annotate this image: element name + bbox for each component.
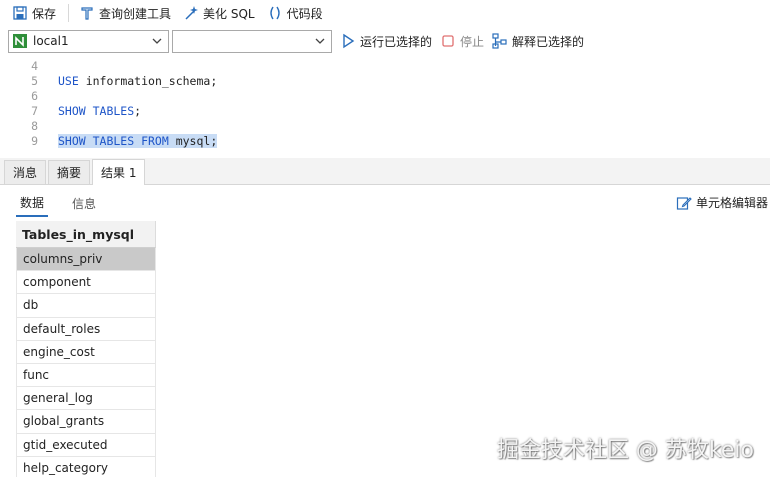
connection-toolbar: local1 运行已选择的 停止 解释已选择的 bbox=[0, 28, 770, 54]
run-selected-label: 运行已选择的 bbox=[360, 34, 433, 49]
table-row[interactable]: func bbox=[16, 363, 156, 388]
stop-button[interactable]: 停止 bbox=[440, 33, 484, 50]
connection-value: local1 bbox=[33, 34, 69, 48]
result-tab-bar: 消息 摘要 结果 1 bbox=[0, 158, 770, 185]
table-row[interactable]: help_category bbox=[16, 456, 156, 477]
save-icon bbox=[12, 5, 28, 21]
editor-line: 5 USE information_schema; bbox=[0, 73, 770, 88]
beautify-sql-label: 美化 SQL bbox=[203, 6, 255, 21]
tab-summary[interactable]: 摘要 bbox=[48, 160, 91, 184]
table-row[interactable]: engine_cost bbox=[16, 340, 156, 364]
line-number: 4 bbox=[31, 58, 38, 73]
watermark: 掘金技术社区 @ 苏牧keio bbox=[496, 438, 754, 463]
save-button[interactable]: 保存 bbox=[8, 2, 60, 24]
sql-rest: information_schema; bbox=[78, 73, 218, 88]
code-snippet-button[interactable]: 代码段 bbox=[263, 2, 327, 24]
result-grid: Tables_in_mysql columns_priv component d… bbox=[16, 221, 156, 477]
sql-keyword: SHOW TABLES bbox=[58, 103, 135, 118]
chevron-down-icon bbox=[151, 35, 163, 47]
explain-selected-label: 解释已选择的 bbox=[512, 34, 585, 49]
line-number: 9 bbox=[31, 133, 38, 148]
sql-rest: mysql; bbox=[168, 133, 218, 148]
tab-result-1[interactable]: 结果 1 bbox=[92, 159, 146, 185]
tab-info[interactable]: 信息 bbox=[68, 191, 100, 216]
code-snippet-label: 代码段 bbox=[286, 6, 323, 21]
connection-icon bbox=[12, 33, 28, 49]
editor-line: 7 SHOW TABLES; bbox=[0, 103, 770, 118]
connection-select[interactable]: local1 bbox=[8, 29, 169, 53]
beautify-sql-button[interactable]: 美化 SQL bbox=[179, 2, 259, 24]
editor-line: 8 bbox=[0, 118, 770, 133]
query-builder-button[interactable]: 查询创建工具 bbox=[75, 2, 175, 24]
stop-label: 停止 bbox=[460, 34, 485, 49]
table-row[interactable]: component bbox=[16, 271, 156, 295]
magic-wand-icon bbox=[183, 5, 199, 21]
result-sub-tabs: 数据 信息 bbox=[0, 186, 770, 221]
database-select[interactable] bbox=[172, 29, 332, 53]
chevron-down-icon bbox=[314, 35, 326, 47]
query-builder-label: 查询创建工具 bbox=[99, 6, 172, 21]
line-number: 5 bbox=[31, 73, 38, 88]
explain-selected-button[interactable]: 解释已选择的 bbox=[492, 33, 584, 50]
selected-code-text: SHOW TABLES FROM mysql; bbox=[58, 133, 218, 148]
table-row[interactable]: default_roles bbox=[16, 317, 156, 341]
sql-rest: ; bbox=[134, 103, 142, 118]
editor-line: 4 bbox=[0, 58, 770, 73]
editor-line: 9 SHOW TABLES FROM mysql; bbox=[0, 133, 770, 148]
tab-data[interactable]: 数据 bbox=[16, 190, 49, 217]
table-row[interactable]: general_log bbox=[16, 387, 156, 411]
cell-editor-button[interactable]: 单元格编辑器 bbox=[676, 194, 768, 211]
editor-line: 6 bbox=[0, 88, 770, 103]
query-builder-icon bbox=[79, 5, 95, 21]
line-number: 8 bbox=[31, 118, 38, 133]
stop-icon bbox=[440, 33, 456, 49]
edit-icon bbox=[676, 195, 692, 211]
column-header[interactable]: Tables_in_mysql bbox=[16, 221, 156, 248]
tab-messages[interactable]: 消息 bbox=[4, 160, 47, 184]
play-icon bbox=[340, 33, 356, 49]
explain-icon bbox=[492, 33, 508, 49]
table-row[interactable]: columns_priv bbox=[16, 248, 156, 272]
save-label: 保存 bbox=[32, 6, 57, 21]
toolbar-divider bbox=[68, 4, 70, 22]
parentheses-icon bbox=[267, 5, 283, 21]
line-number: 6 bbox=[31, 88, 38, 103]
sql-keyword: SHOW TABLES FROM bbox=[58, 133, 169, 148]
line-number: 7 bbox=[31, 103, 38, 118]
table-row[interactable]: gtid_executed bbox=[16, 433, 156, 457]
table-row[interactable]: global_grants bbox=[16, 410, 156, 434]
code-text: SHOW TABLES; bbox=[58, 104, 141, 118]
main-toolbar: 保存 查询创建工具 美化 SQL 代码段 bbox=[0, 0, 770, 26]
code-text: USE information_schema; bbox=[58, 74, 217, 88]
cell-editor-label: 单元格编辑器 bbox=[695, 196, 768, 210]
sql-keyword: USE bbox=[58, 73, 79, 88]
run-selected-button[interactable]: 运行已选择的 bbox=[340, 33, 432, 50]
table-row[interactable]: db bbox=[16, 294, 156, 318]
sql-editor[interactable]: 4 5 USE information_schema; 6 7 SHOW TAB… bbox=[0, 57, 770, 156]
